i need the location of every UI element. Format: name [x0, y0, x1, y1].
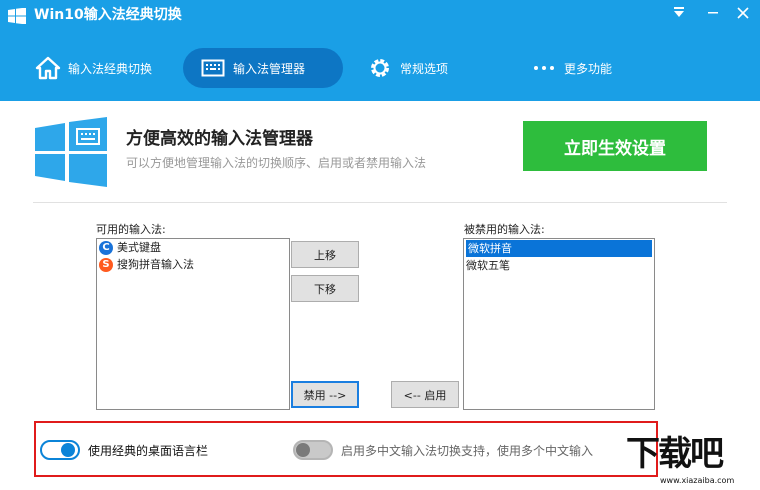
- toggle-knob: [296, 443, 310, 457]
- home-icon: [34, 54, 62, 82]
- windows-logo-icon: [8, 8, 26, 24]
- watermark-url: www.xiazaiba.com: [660, 476, 735, 485]
- move-down-button[interactable]: 下移: [291, 275, 359, 302]
- watermark-logo: 下载吧 www.xiazaiba.com: [626, 434, 760, 490]
- page-title: 方便高效的输入法管理器: [126, 129, 313, 149]
- classic-langbar-label: 使用经典的桌面语言栏: [88, 444, 209, 458]
- tab-label: 更多功能: [564, 61, 613, 76]
- tab-label: 常规选项: [400, 61, 449, 76]
- move-up-button[interactable]: 上移: [291, 241, 359, 268]
- title-bar: Win10输入法经典切换 输入法经典切换 输入法管理器 常规选项 更多功能: [0, 0, 760, 101]
- disabled-ime-list[interactable]: 微软拼音 微软五笔: [463, 238, 655, 410]
- tab-label: 输入法管理器: [233, 61, 306, 76]
- classic-langbar-toggle[interactable]: [40, 440, 80, 460]
- app-title: Win10输入法经典切换: [34, 7, 182, 23]
- disable-button[interactable]: 禁用 -->: [291, 381, 359, 408]
- toggle-knob: [61, 443, 75, 457]
- minimize-icon[interactable]: [702, 4, 724, 26]
- gear-icon: [366, 54, 394, 82]
- tab-classic-switch[interactable]: 输入法经典切换: [34, 48, 152, 88]
- close-icon[interactable]: [732, 4, 754, 26]
- tab-label: 输入法经典切换: [68, 61, 153, 76]
- divider: [33, 202, 727, 203]
- tab-ime-manager[interactable]: 输入法管理器: [183, 48, 343, 88]
- watermark-text: 下载吧: [626, 434, 724, 474]
- tab-general-options[interactable]: 常规选项: [366, 48, 448, 88]
- list-item-label: 搜狗拼音输入法: [117, 258, 194, 271]
- multi-chinese-label: 启用多中文输入法切换支持，使用多个中文输入: [341, 444, 594, 458]
- list-item-label: 美式键盘: [117, 241, 161, 254]
- list-item[interactable]: 微软五笔: [464, 257, 654, 274]
- keyboard-icon: [199, 54, 227, 82]
- more-dots-icon: [530, 54, 558, 82]
- disabled-list-label: 被禁用的输入法:: [464, 223, 545, 236]
- available-list-label: 可用的输入法:: [96, 223, 166, 236]
- us-keyboard-icon: C: [99, 240, 113, 255]
- tab-more-features[interactable]: 更多功能: [530, 48, 612, 88]
- enable-button[interactable]: <-- 启用: [391, 381, 459, 408]
- multi-chinese-toggle[interactable]: [293, 440, 333, 460]
- list-item[interactable]: S 搜狗拼音输入法: [97, 256, 289, 273]
- apply-settings-button[interactable]: 立即生效设置: [523, 121, 707, 171]
- page-subtitle: 可以方便地管理输入法的切换顺序、启用或者禁用输入法: [126, 156, 427, 170]
- windows-tile-icon: [35, 117, 107, 187]
- list-item[interactable]: C 美式键盘: [97, 239, 289, 256]
- chevron-down-icon[interactable]: [668, 4, 690, 26]
- available-ime-list[interactable]: C 美式键盘 S 搜狗拼音输入法: [96, 238, 290, 410]
- list-item[interactable]: 微软拼音: [466, 240, 652, 257]
- sogou-icon: S: [99, 257, 113, 272]
